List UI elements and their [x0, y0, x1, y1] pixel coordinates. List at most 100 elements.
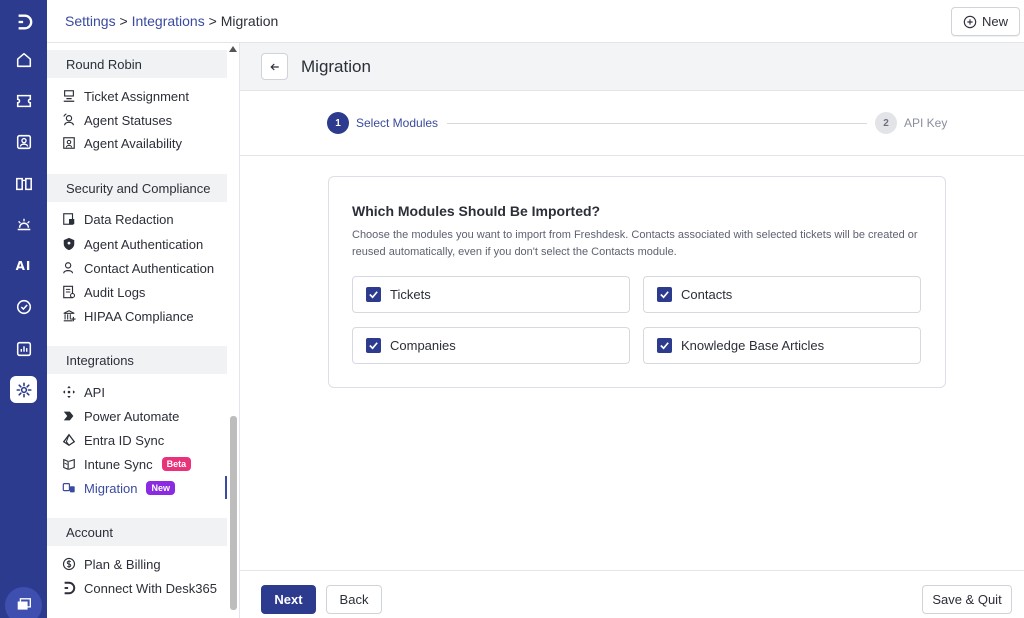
checkbox-checked[interactable] — [657, 287, 672, 302]
nav-section-account: Account — [47, 518, 227, 546]
dashboard-icon[interactable] — [10, 211, 37, 238]
stepper: 1 Select Modules 2 API Key — [240, 91, 1024, 156]
module-option-tickets[interactable]: Tickets — [352, 276, 630, 313]
new-button-label: New — [981, 14, 1008, 29]
option-label: Knowledge Base Articles — [681, 338, 825, 353]
option-label: Companies — [390, 338, 456, 353]
option-label: Contacts — [681, 287, 733, 302]
nav-item-label: Power Automate — [84, 408, 180, 424]
step-2-label: API Key — [904, 116, 948, 130]
card-title: Which Modules Should Be Imported? — [352, 203, 601, 219]
nav-item-agent-availability[interactable]: Agent Availability — [61, 133, 182, 153]
audit-logs-icon — [61, 284, 77, 300]
save-quit-button[interactable]: Save & Quit — [922, 585, 1012, 614]
nav-item-label: Data Redaction — [84, 211, 174, 227]
arrow-left-icon — [269, 63, 279, 70]
nav-item-label: Connect With Desk365 — [84, 580, 217, 596]
new-badge: New — [146, 481, 175, 495]
nav-item-hipaa-compliance[interactable]: HIPAA Compliance — [61, 306, 194, 326]
nav-item-api[interactable]: API — [61, 382, 105, 402]
power-automate-icon — [61, 408, 77, 424]
nav-item-migration[interactable]: Migration New — [61, 478, 175, 498]
checkbox-checked[interactable] — [366, 287, 381, 302]
intune-icon — [61, 456, 77, 472]
nav-section-round-robin: Round Robin — [47, 50, 227, 78]
breadcrumb-integrations[interactable]: Integrations — [132, 13, 205, 29]
nav-section-security: Security and Compliance — [47, 174, 227, 202]
beta-badge: Beta — [161, 457, 192, 471]
nav-item-plan-billing[interactable]: Plan & Billing — [61, 554, 161, 574]
app-rail: AI — [0, 0, 47, 618]
ai-icon[interactable]: AI — [10, 252, 37, 279]
nav-item-agent-authentication[interactable]: Agent Authentication — [61, 234, 203, 254]
tasks-icon[interactable] — [10, 293, 37, 320]
nav-item-label: Contact Authentication — [84, 260, 215, 276]
agent-availability-icon — [61, 135, 77, 151]
step-1-label: Select Modules — [356, 116, 439, 130]
agent-statuses-icon — [61, 112, 77, 128]
step-connector — [447, 123, 867, 124]
nav-item-label: Intune Sync — [84, 456, 153, 472]
checkmark-icon — [660, 291, 669, 299]
chat-icon[interactable] — [5, 587, 42, 618]
checkbox-checked[interactable] — [657, 338, 672, 353]
next-button[interactable]: Next — [261, 585, 316, 614]
nav-item-intune-sync[interactable]: Intune Sync Beta — [61, 454, 192, 474]
top-bar: Settings > Integrations > Migration New — [47, 0, 1024, 43]
nav-item-label: Agent Statuses — [84, 112, 173, 128]
module-option-contacts[interactable]: Contacts — [643, 276, 921, 313]
footer-actions: Next Back Save & Quit — [240, 570, 1024, 618]
nav-item-label: Migration — [84, 480, 138, 496]
shield-icon — [61, 236, 77, 252]
page-title: Migration — [301, 57, 371, 76]
api-icon — [61, 384, 77, 400]
nav-item-agent-statuses[interactable]: Agent Statuses — [61, 110, 172, 130]
entra-id-icon — [61, 432, 77, 448]
nav-item-connect-desk365[interactable]: Connect With Desk365 — [61, 578, 217, 598]
breadcrumb-separator: > — [208, 13, 217, 29]
knowledge-base-icon[interactable] — [10, 170, 37, 197]
breadcrumb-settings[interactable]: Settings — [65, 13, 116, 29]
new-button[interactable]: New — [951, 7, 1020, 36]
home-icon[interactable] — [10, 46, 37, 73]
nav-item-label: Agent Authentication — [84, 236, 204, 252]
active-indicator — [225, 476, 227, 499]
checkmark-icon — [369, 342, 378, 350]
tickets-icon[interactable] — [10, 87, 37, 114]
nav-item-ticket-assignment[interactable]: Ticket Assignment — [61, 86, 189, 106]
module-option-knowledge-base[interactable]: Knowledge Base Articles — [643, 327, 921, 364]
migration-icon — [61, 480, 77, 496]
nav-item-power-automate[interactable]: Power Automate — [61, 406, 179, 426]
contacts-icon[interactable] — [10, 128, 37, 155]
checkmark-icon — [660, 342, 669, 350]
back-arrow-button[interactable] — [261, 53, 288, 80]
breadcrumb: Settings > Integrations > Migration — [65, 13, 278, 29]
nav-item-data-redaction[interactable]: Data Redaction — [61, 209, 174, 229]
settings-icon[interactable] — [10, 376, 37, 403]
card-description: Choose the modules you want to import fr… — [352, 229, 918, 258]
nav-item-audit-logs[interactable]: Audit Logs — [61, 282, 145, 302]
checkmark-icon — [369, 291, 378, 299]
nav-item-label: Entra ID Sync — [84, 432, 165, 448]
module-option-companies[interactable]: Companies — [352, 327, 630, 364]
plus-circle-icon — [963, 15, 977, 28]
data-redaction-icon — [61, 211, 77, 227]
nav-section-integrations: Integrations — [47, 346, 227, 374]
nav-scrollbar[interactable] — [230, 416, 237, 610]
back-button[interactable]: Back — [326, 585, 382, 614]
brand-logo-icon[interactable] — [10, 8, 37, 35]
nav-item-entra-id-sync[interactable]: Entra ID Sync — [61, 430, 164, 450]
step-2-number: 2 — [875, 112, 897, 134]
checkbox-checked[interactable] — [366, 338, 381, 353]
option-label: Tickets — [390, 287, 431, 302]
scroll-up-arrow-icon[interactable] — [229, 46, 237, 52]
nav-item-contact-authentication[interactable]: Contact Authentication — [61, 258, 214, 278]
reports-icon[interactable] — [10, 335, 37, 362]
nav-item-label: HIPAA Compliance — [84, 308, 194, 324]
ticket-assignment-icon — [61, 88, 77, 104]
breadcrumb-current: Migration — [220, 13, 279, 29]
nav-item-label: API — [84, 384, 105, 400]
contact-authentication-icon — [61, 260, 77, 276]
nav-item-label: Audit Logs — [84, 284, 146, 300]
ai-label: AI — [15, 258, 32, 273]
